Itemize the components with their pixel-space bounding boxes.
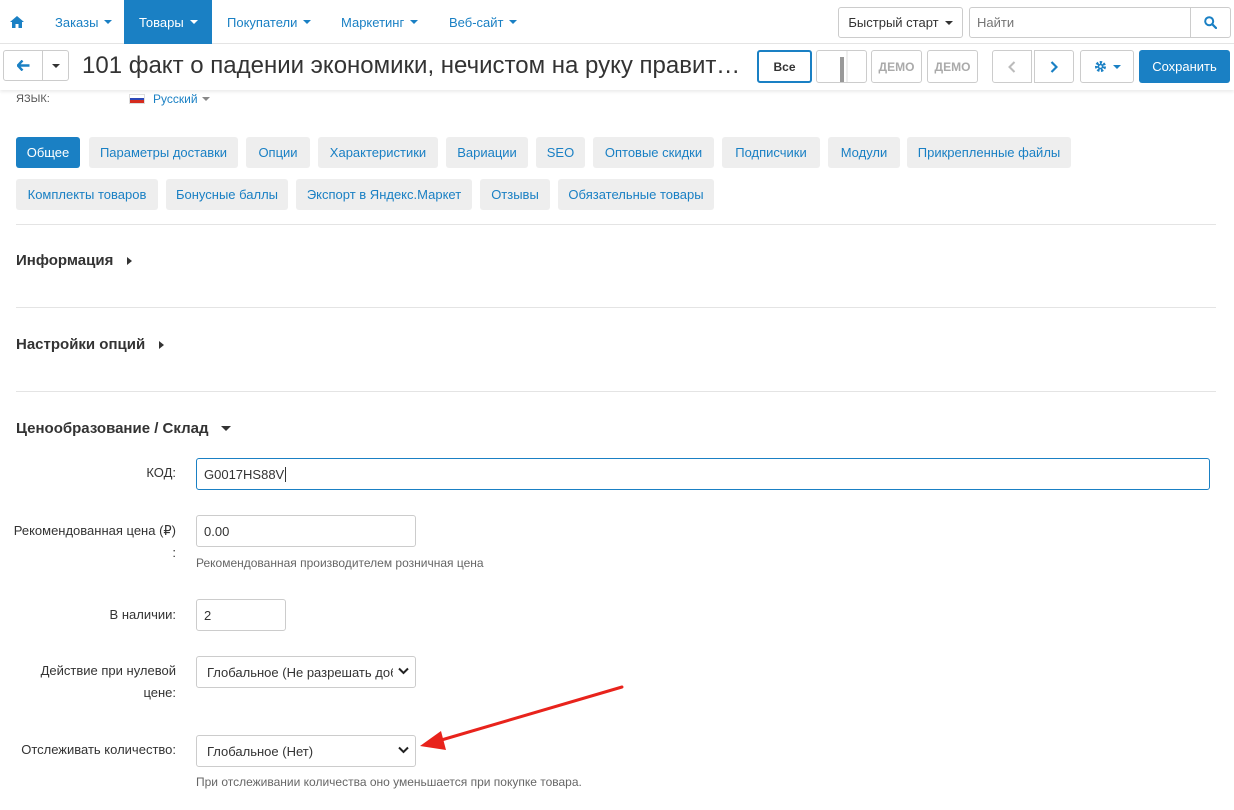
chevron-down-icon (201, 97, 210, 101)
nav-products[interactable]: Товары (124, 0, 212, 44)
nav-website[interactable]: Веб-сайт (434, 0, 532, 44)
track-quantity-help-text: При отслеживании количества оно уменьшае… (196, 775, 582, 789)
nav-orders[interactable]: Заказы (40, 0, 127, 44)
arrow-left-icon (16, 60, 29, 71)
chevron-down-icon (104, 20, 113, 24)
tab-modules[interactable]: Модули (828, 137, 900, 168)
divider (16, 391, 1216, 392)
chevron-down-icon (398, 746, 409, 754)
back-dropdown-button[interactable] (42, 50, 69, 81)
chevron-down-icon (944, 20, 953, 25)
back-button[interactable] (3, 50, 43, 81)
tab-wholesale-discounts[interactable]: Оптовые скидки (593, 137, 714, 168)
section-information-toggle[interactable]: Информация (16, 252, 133, 269)
section-pricing-stock-toggle[interactable]: Ценообразование / Склад (16, 420, 232, 437)
preview-thumbnail-3[interactable]: ДЕМО (927, 50, 978, 83)
caret-right-icon (127, 256, 133, 265)
page-header: 101 факт о падении экономики, нечистом н… (0, 44, 1234, 90)
search-icon (1204, 16, 1217, 29)
top-navbar: Заказы Товары Покупатели Маркетинг Веб-с… (0, 0, 1234, 44)
all-button[interactable]: Все (757, 50, 812, 83)
nav-marketing[interactable]: Маркетинг (326, 0, 433, 44)
nav-customers[interactable]: Покупатели (212, 0, 326, 44)
chevron-down-icon (189, 20, 198, 24)
chevron-down-icon (51, 63, 60, 68)
preview-thumbnail-1[interactable] (816, 50, 867, 83)
caret-down-icon (221, 426, 232, 431)
text-cursor (285, 466, 287, 482)
code-label: КОД: (146, 465, 176, 480)
chevron-down-icon (398, 667, 409, 675)
language-selector[interactable]: Русский (129, 92, 210, 106)
image-placeholder-icon (840, 51, 848, 82)
zero-price-action-label: Действие при нулевой цене: (40, 663, 176, 700)
search-box (969, 7, 1231, 38)
next-item-button[interactable] (1034, 50, 1074, 83)
tab-required-products[interactable]: Обязательные товары (558, 179, 714, 210)
chevron-down-icon (303, 20, 312, 24)
in-stock-label: В наличии: (109, 607, 176, 622)
chevron-down-icon (509, 20, 518, 24)
caret-right-icon (159, 340, 165, 349)
code-input[interactable]: G0017HS88V (196, 458, 1210, 490)
msrp-help-text: Рекомендованная производителем розничная… (196, 556, 484, 570)
in-stock-input[interactable]: 2 (196, 599, 286, 631)
search-input[interactable] (970, 8, 1190, 37)
divider (16, 307, 1216, 308)
home-icon[interactable] (0, 0, 34, 44)
annotation-arrow-icon (420, 685, 624, 750)
language-label: ЯЗЫК: (16, 93, 50, 105)
tab-seo[interactable]: SEO (536, 137, 585, 168)
msrp-label: Рекомендованная цена (₽) : (13, 523, 176, 560)
section-option-settings-toggle[interactable]: Настройки опций (16, 336, 165, 353)
tab-variations[interactable]: Вариации (446, 137, 528, 168)
track-quantity-label: Отслеживать количество: (21, 742, 176, 757)
msrp-input[interactable]: 0.00 (196, 515, 416, 547)
tab-reviews[interactable]: Отзывы (480, 179, 550, 210)
gear-icon (1094, 61, 1106, 72)
search-button[interactable] (1190, 8, 1230, 37)
tab-subscribers[interactable]: Подписчики (722, 137, 820, 168)
chevron-down-icon (410, 20, 419, 24)
chevron-left-icon (1008, 60, 1016, 73)
tab-attached-files[interactable]: Прикрепленные файлы (907, 137, 1071, 168)
tab-options[interactable]: Опции (246, 137, 310, 168)
zero-price-action-select[interactable]: Глобальное (Не разрешать добавлять) (196, 656, 416, 688)
chevron-right-icon (1050, 60, 1058, 73)
divider (16, 224, 1216, 225)
quick-start-button[interactable]: Быстрый старт (838, 7, 963, 38)
save-button[interactable]: Сохранить (1139, 50, 1230, 83)
preview-thumbnail-2[interactable]: ДЕМО (871, 50, 922, 83)
tab-features[interactable]: Характеристики (318, 137, 438, 168)
chevron-down-icon (1112, 64, 1121, 69)
track-quantity-select[interactable]: Глобальное (Нет) (196, 735, 416, 767)
tab-product-bundles[interactable]: Комплекты товаров (16, 179, 158, 210)
page-title: 101 факт о падении экономики, нечистом н… (82, 52, 752, 79)
tab-yandex-market-export[interactable]: Экспорт в Яндекс.Маркет (296, 179, 472, 210)
tab-shipping-params[interactable]: Параметры доставки (89, 137, 238, 168)
prev-item-button[interactable] (992, 50, 1032, 83)
settings-dropdown-button[interactable] (1080, 50, 1134, 83)
russia-flag-icon (129, 94, 145, 104)
tab-bonus-points[interactable]: Бонусные баллы (166, 179, 288, 210)
tab-general[interactable]: Общее (16, 137, 80, 168)
